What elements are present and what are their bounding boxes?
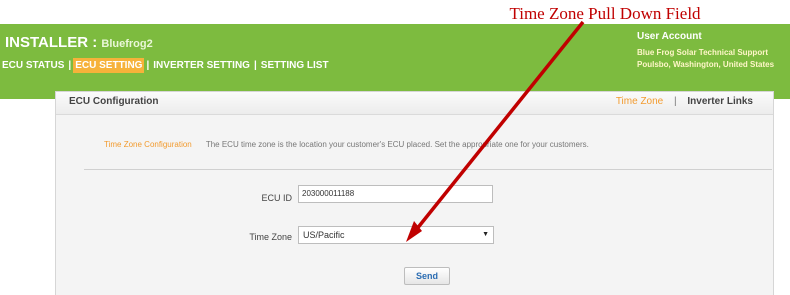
annotation-arrow-layer (406, 20, 585, 242)
annotation-arrow (414, 20, 585, 232)
